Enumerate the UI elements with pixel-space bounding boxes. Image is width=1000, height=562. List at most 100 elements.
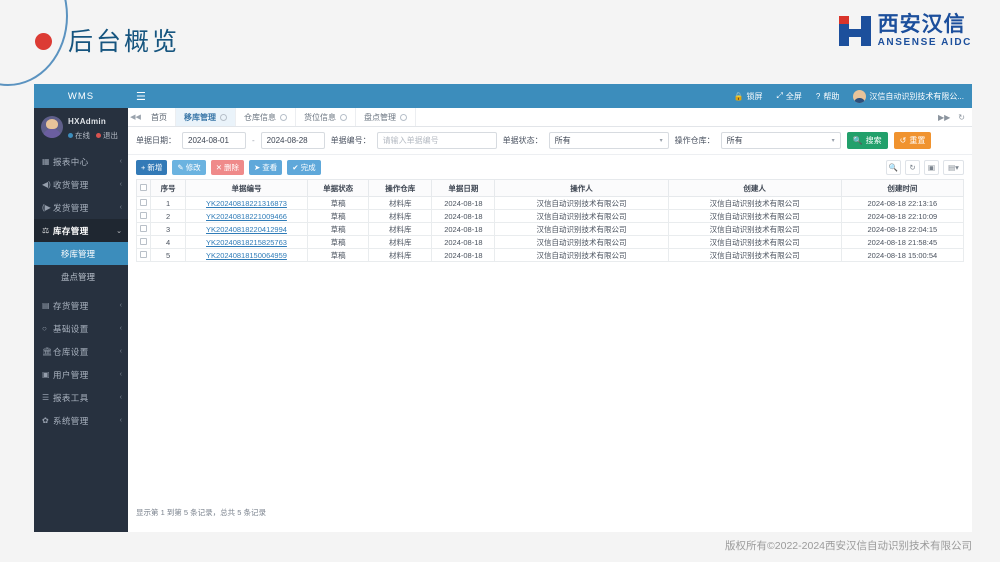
data-table-container: 序号 单据编号 单据状态 操作仓库 单据日期 操作人 创建人 创建时间 1 YK… [128, 179, 972, 340]
cell-creator: 汉信自动识别技术有限公司 [667, 235, 842, 249]
checkbox-icon[interactable] [140, 183, 148, 191]
cell-status: 草稿 [307, 222, 370, 236]
delete-button[interactable]: ✕ 删除 [210, 160, 244, 175]
tab-move-management[interactable]: 移库管理 [176, 108, 236, 126]
date-range-separator: - [252, 136, 255, 145]
avatar [41, 116, 63, 138]
date-from-input[interactable]: 2024-08-01 [182, 132, 246, 149]
tab-stocktake[interactable]: 盘点管理 [356, 108, 416, 126]
table-row[interactable]: 3 YK20240818220412994 草稿 材料库 2024-08-18 … [135, 222, 965, 236]
table-row[interactable]: 4 YK20240818215825763 草稿 材料库 2024-08-18 … [135, 235, 965, 249]
checkbox-icon[interactable] [140, 198, 148, 206]
tab-home[interactable]: 首页 [143, 108, 176, 126]
search-button[interactable]: 🔍 搜索 [846, 132, 888, 149]
checkbox-icon[interactable] [140, 211, 148, 219]
sidebar-item-goods[interactable]: ▤ 存货管理 ‹ [34, 294, 128, 317]
lock-icon: 🔒 [733, 91, 744, 101]
cell-status: 草稿 [307, 248, 370, 262]
sidebar-item-inventory[interactable]: ⚖ 库存管理 ⌄ [34, 219, 128, 242]
doc-link[interactable]: YK20240818220412994 [206, 225, 287, 234]
hamburger-icon[interactable]: ☰ [136, 90, 156, 103]
cell-creator: 汉信自动识别技术有限公司 [667, 209, 842, 223]
tab-next-button[interactable]: ▶▶ [938, 113, 950, 122]
help-label: 帮助 [823, 91, 840, 101]
account-company-label: 汉信自动识别技术有限公... [869, 91, 964, 101]
grid-toggle-icon[interactable]: ▤▾ [943, 160, 964, 175]
sidebar-item-user-management[interactable]: ▣ 用户管理 ‹ [34, 363, 128, 386]
table-row[interactable]: 2 YK20240818221009466 草稿 材料库 2024-08-18 … [135, 209, 965, 223]
cell-warehouse: 材料库 [368, 235, 433, 249]
doc-link[interactable]: YK20240818215825763 [206, 238, 287, 247]
sidebar-item-receiving[interactable]: ◀) 收货管理 ‹ [34, 173, 128, 196]
close-icon[interactable] [400, 113, 407, 121]
checkbox-icon[interactable] [140, 250, 148, 258]
warehouse-label: 操作仓库： [674, 136, 715, 145]
refresh-icon[interactable]: ↻ [905, 160, 920, 175]
help-button[interactable]: ? 帮助 [816, 91, 839, 102]
select-all-header[interactable] [135, 179, 152, 197]
table-row[interactable]: 1 YK20240818221316873 草稿 材料库 2024-08-18 … [135, 196, 965, 210]
tab-prev-button[interactable]: ◀◀ [128, 108, 143, 126]
doc-status-select[interactable]: 所有 ▾ [548, 132, 669, 149]
sidebar-item-stocktake[interactable]: 盘点管理 [34, 265, 128, 288]
row-checkbox[interactable] [135, 248, 152, 262]
tab-location-info[interactable]: 货位信息 [296, 108, 356, 126]
doc-link[interactable]: YK20240818221316873 [206, 199, 287, 208]
slide-page: 后台概览 西安汉信 ANSENSE AIDC 版权所有©2022-2024西安汉… [0, 0, 1000, 562]
close-icon[interactable] [280, 113, 287, 121]
search-icon[interactable]: 🔍 [886, 160, 901, 175]
cell-no: 3 [150, 222, 186, 236]
close-icon[interactable] [220, 113, 227, 121]
account-menu[interactable]: 汉信自动识别技术有限公... [853, 89, 964, 103]
refresh-icon[interactable]: ↻ [958, 113, 965, 122]
col-warehouse: 操作仓库 [368, 179, 433, 197]
sidebar-item-warehouse-settings[interactable]: 🏛 仓库设置 ‹ [34, 340, 128, 363]
chevron-left-icon: ‹ [119, 302, 122, 309]
warehouse-select[interactable]: 所有 ▾ [720, 132, 841, 149]
pagination-summary: 显示第 1 到第 5 条记录，总共 5 条记录 [128, 500, 972, 518]
cell-code[interactable]: YK20240818150064959 [184, 248, 309, 262]
chevron-left-icon: ‹ [119, 204, 122, 211]
row-checkbox[interactable] [135, 196, 152, 210]
sidebar-item-shipping[interactable]: (▶ 发货管理 ‹ [34, 196, 128, 219]
close-icon[interactable] [340, 113, 347, 121]
doc-code-input[interactable]: 请输入单据编号 [376, 132, 497, 149]
col-date: 单据日期 [431, 179, 496, 197]
sidebar-item-move-management[interactable]: 移库管理 [34, 242, 128, 265]
tab-warehouse-info[interactable]: 仓库信息 [236, 108, 296, 126]
view-button[interactable]: ➤ 查看 [248, 160, 283, 175]
col-code: 单据编号 [184, 179, 309, 197]
doc-link[interactable]: YK20240818221009466 [206, 212, 287, 221]
cell-code[interactable]: YK20240818221009466 [184, 209, 309, 223]
checkbox-icon[interactable] [140, 224, 148, 232]
cell-code[interactable]: YK20240818215825763 [184, 235, 309, 249]
doc-link[interactable]: YK20240818150064959 [206, 251, 287, 260]
checkbox-icon[interactable] [140, 237, 148, 245]
cell-code[interactable]: YK20240818221316873 [184, 196, 309, 210]
sidebar-item-reports[interactable]: ▦ 报表中心 ‹ [34, 150, 128, 173]
edit-button[interactable]: ✎ 修改 [172, 160, 206, 175]
cell-status: 草稿 [307, 209, 370, 223]
logout-link[interactable]: 退出 [96, 130, 118, 141]
add-button[interactable]: + 新增 [136, 160, 168, 175]
reset-button[interactable]: ↺ 重置 [893, 132, 932, 149]
sidebar-item-basic-settings[interactable]: ○ 基础设置 ‹ [34, 317, 128, 340]
sidebar-item-system-management[interactable]: ✿ 系统管理 ‹ [34, 409, 128, 432]
row-checkbox[interactable] [135, 235, 152, 249]
table-row[interactable]: 5 YK20240818150064959 草稿 材料库 2024-08-18 … [135, 248, 965, 262]
user-online-status: 在线 [68, 130, 90, 141]
lock-screen-button[interactable]: 🔒 锁屏 [734, 91, 763, 102]
sidebar-brand[interactable]: WMS [34, 84, 128, 108]
col-operator: 操作人 [494, 179, 669, 197]
row-checkbox[interactable] [135, 209, 152, 223]
cell-no: 4 [150, 235, 186, 249]
fullscreen-button[interactable]: ⤢ 全屏 [776, 91, 801, 102]
cell-code[interactable]: YK20240818220412994 [184, 222, 309, 236]
cell-warehouse: 材料库 [368, 248, 433, 262]
row-checkbox[interactable] [135, 222, 152, 236]
sidebar-item-report-tools[interactable]: ☰ 报表工具 ‹ [34, 386, 128, 409]
chevron-left-icon: ‹ [119, 417, 122, 424]
complete-button[interactable]: ✔ 完成 [287, 160, 321, 175]
date-to-input[interactable]: 2024-08-28 [260, 132, 325, 149]
columns-icon[interactable]: ▣ [924, 160, 939, 175]
